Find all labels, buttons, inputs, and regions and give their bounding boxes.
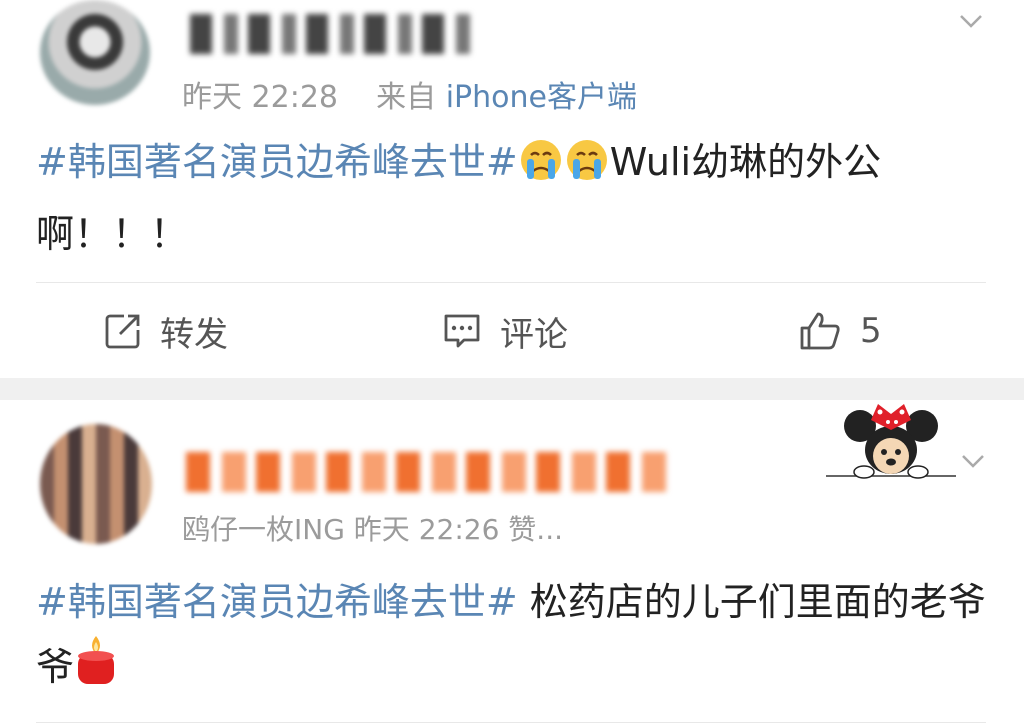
source-prefix: 来自: [376, 80, 437, 115]
repost-label: 转发: [160, 314, 228, 355]
comment-icon: [444, 314, 480, 348]
minnie-mouse-sticker-icon: [826, 404, 956, 479]
comment-button[interactable]: 评论: [442, 303, 568, 359]
repost-button[interactable]: 转发: [104, 303, 228, 359]
crying-emoji-icon: [518, 137, 564, 202]
comment-label: 评论: [500, 314, 568, 355]
username-blurred[interactable]: [186, 452, 666, 492]
share-icon: [105, 314, 140, 349]
like-count: 5: [860, 311, 882, 351]
topic-link[interactable]: #韩国著名演员边希峰去世#: [36, 580, 518, 624]
post-content: #韩国著名演员边希峰去世# Wuli幼琳的外公啊！！！: [36, 130, 986, 266]
crying-emoji-icon: [564, 137, 610, 202]
post-meta: 昨天 22:28 来自 iPhone客户端: [182, 72, 637, 116]
post-meta: 鸥仔一枚ING 昨天 22:26 赞...: [182, 513, 563, 546]
timestamp: 昨天 22:28: [182, 80, 338, 115]
action-bar: 转发 评论 5: [36, 282, 986, 379]
candle-emoji-icon: [74, 634, 118, 707]
chevron-down-icon[interactable]: [960, 448, 986, 474]
topic-link[interactable]: #韩国著名演员边希峰去世#: [36, 140, 518, 184]
post-divider: [0, 378, 1024, 400]
username-blurred[interactable]: [190, 14, 470, 54]
post-content: #韩国著名演员边希峰去世# 松药店的儿子们里面的老爷爷: [36, 570, 986, 707]
source-link[interactable]: iPhone客户端: [446, 80, 637, 115]
like-button[interactable]: 5: [798, 303, 882, 359]
avatar[interactable]: [40, 424, 152, 544]
chevron-down-icon[interactable]: [958, 8, 984, 34]
avatar[interactable]: [40, 0, 150, 105]
weibo-post-1: 昨天 22:28 来自 iPhone客户端 #韩国著名演员边希峰去世# Wuli…: [0, 0, 1024, 378]
thumbs-up-icon: [800, 312, 840, 350]
weibo-post-2: 鸥仔一枚ING 昨天 22:26 赞... #韩国著名演员边希峰去世# 松药店的…: [0, 400, 1024, 725]
separator: [36, 722, 986, 723]
